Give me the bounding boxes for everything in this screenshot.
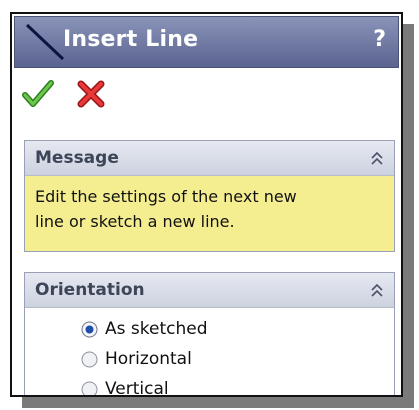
insert-line-panel: Insert Line ? Message Edit the settings … [10,12,403,397]
orientation-group-header[interactable]: Orientation [25,273,394,308]
help-button[interactable]: ? [373,27,386,52]
orientation-group: Orientation As sketched Horizontal Verti… [24,272,395,398]
message-group-header[interactable]: Message [25,141,394,176]
message-text-line-2: line or sketch a new line. [35,212,235,231]
radio-unselected-icon[interactable] [81,381,98,398]
message-group-title: Message [35,148,119,168]
line-icon [25,23,65,61]
radio-selected-icon[interactable] [81,321,98,338]
radio-vertical[interactable]: Vertical [81,375,169,398]
radio-as-sketched[interactable]: As sketched [81,315,207,343]
collapse-icon[interactable] [368,150,386,168]
panel-title: Insert Line [63,27,199,52]
collapse-icon[interactable] [368,282,386,300]
ok-check-button[interactable] [22,78,54,110]
message-text-line-1: Edit the settings of the next new [35,187,297,206]
cancel-close-button[interactable] [76,78,106,110]
radio-label-vertical: Vertical [105,379,169,397]
radio-horizontal[interactable]: Horizontal [81,345,192,373]
message-text: Edit the settings of the next new line o… [25,176,394,251]
radio-label-horizontal: Horizontal [105,349,192,369]
orientation-group-title: Orientation [35,280,145,300]
radio-unselected-icon[interactable] [81,351,98,368]
panel-title-bar: Insert Line ? [14,16,399,68]
message-group: Message Edit the settings of the next ne… [24,140,395,252]
radio-label-as-sketched: As sketched [105,319,208,339]
